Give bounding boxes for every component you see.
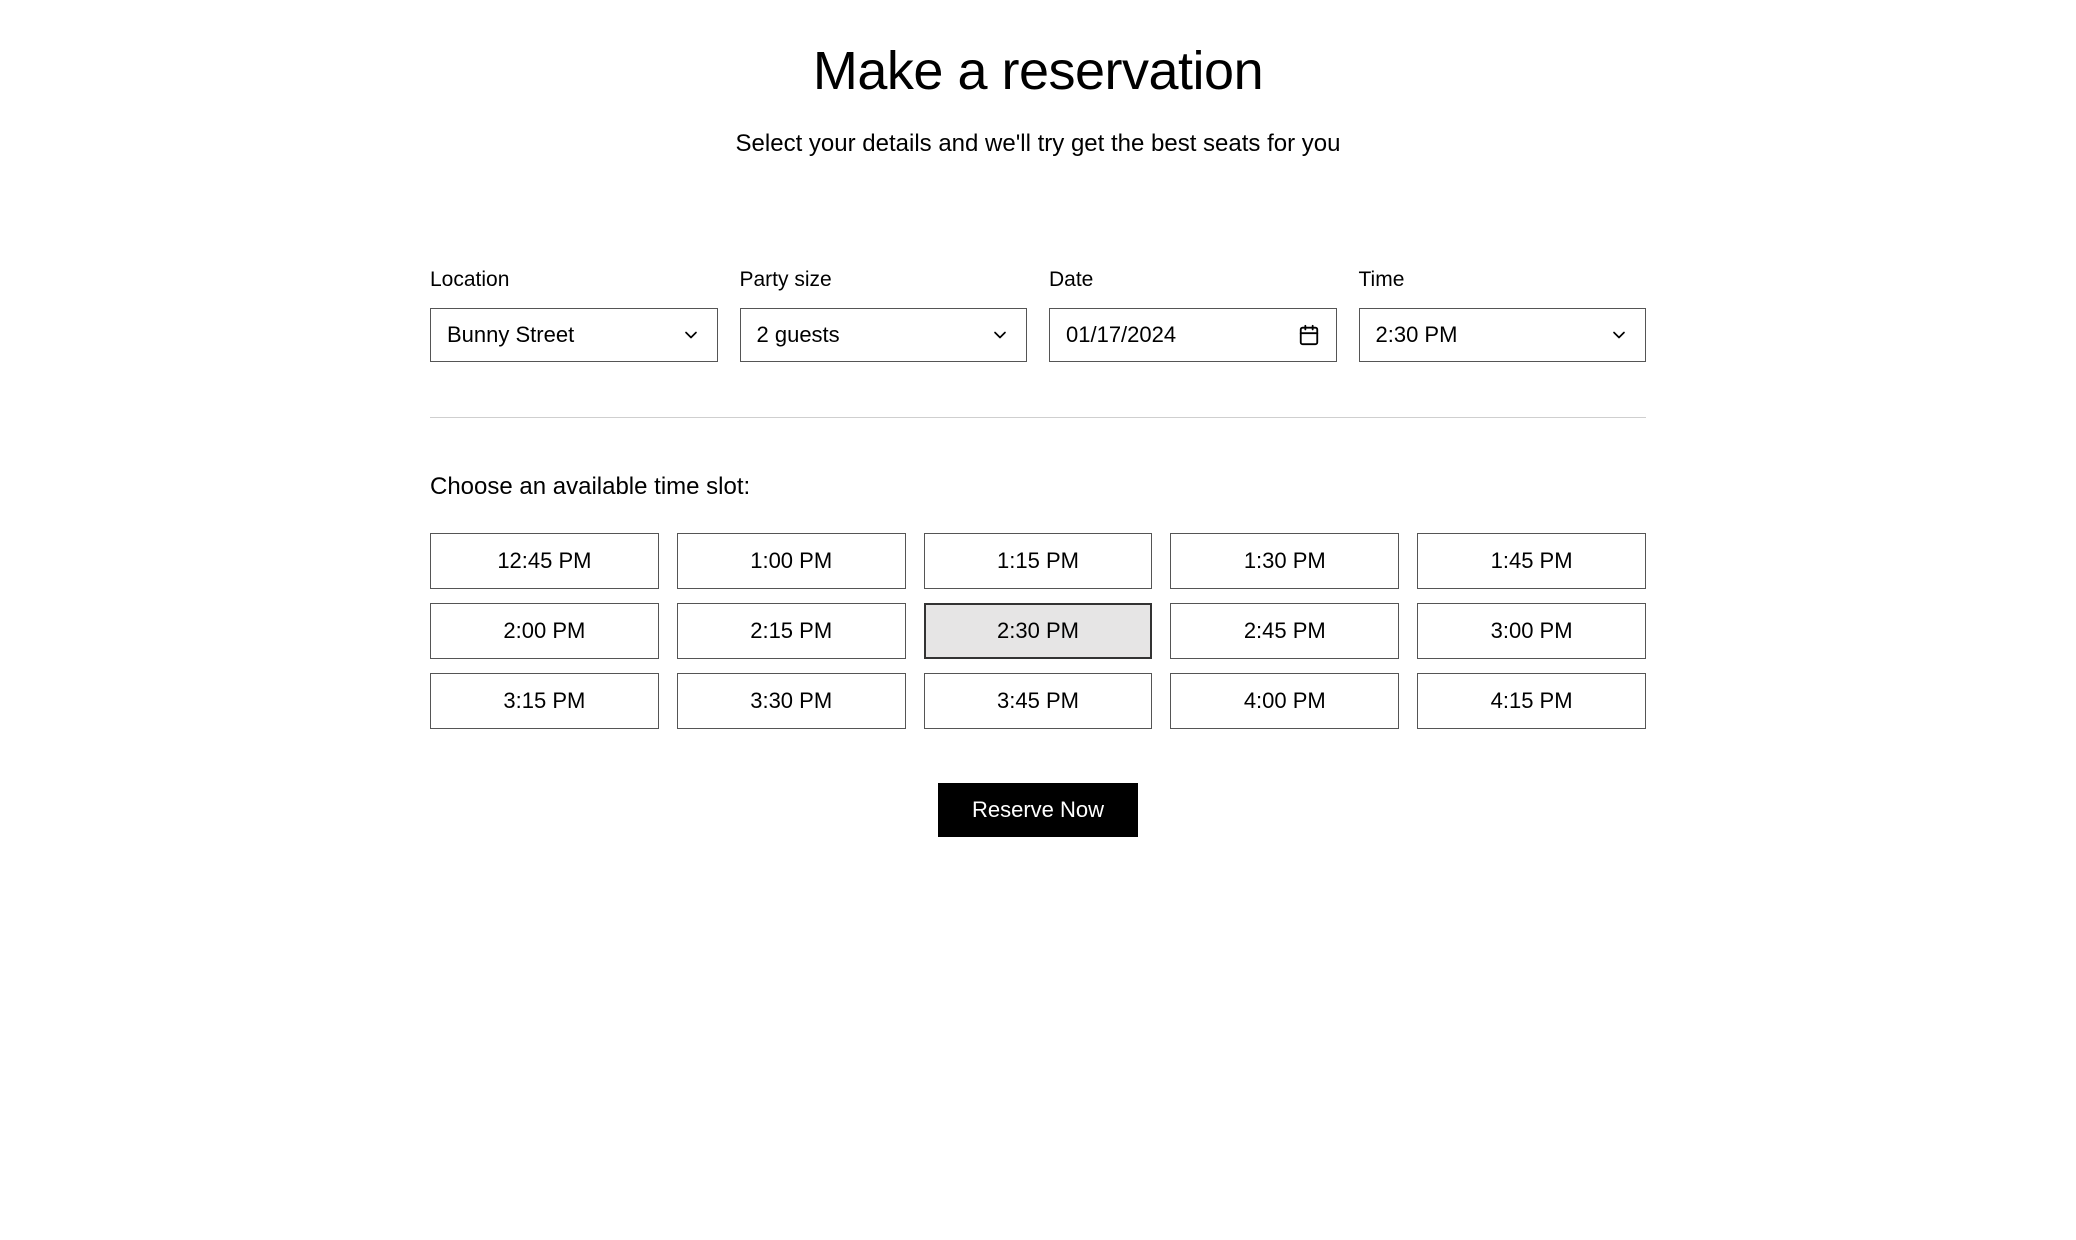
time-slot-button[interactable]: 2:45 PM (1170, 603, 1399, 659)
time-slot-button[interactable]: 4:15 PM (1417, 673, 1646, 729)
time-slot-grid: 12:45 PM 1:00 PM 1:15 PM 1:30 PM 1:45 PM 2:00… (430, 533, 1646, 729)
slot-prompt: Choose an available time slot: (430, 473, 1646, 501)
party-size-value: 2 guests (757, 322, 840, 348)
time-slot-button[interactable]: 1:00 PM (677, 533, 906, 589)
reservation-form: Make a reservation Select your details a… (430, 40, 1646, 837)
date-field-group: Date 01/17/2024 (1049, 268, 1337, 362)
time-field-group: Time 2:30 PM (1359, 268, 1647, 362)
time-label: Time (1359, 268, 1647, 292)
party-size-label: Party size (740, 268, 1028, 292)
location-select[interactable]: Bunny Street (430, 308, 718, 362)
time-select[interactable]: 2:30 PM (1359, 308, 1647, 362)
chevron-down-icon (990, 325, 1010, 345)
chevron-down-icon (1609, 325, 1629, 345)
calendar-icon (1298, 324, 1320, 346)
divider (430, 417, 1646, 418)
time-slot-button[interactable]: 1:30 PM (1170, 533, 1399, 589)
reserve-row: Reserve Now (430, 783, 1646, 837)
reserve-button[interactable]: Reserve Now (938, 783, 1138, 837)
page-subtitle: Select your details and we'll try get th… (430, 130, 1646, 158)
time-slot-button[interactable]: 3:45 PM (924, 673, 1153, 729)
chevron-down-icon (681, 325, 701, 345)
page-title: Make a reservation (430, 40, 1646, 102)
location-label: Location (430, 268, 718, 292)
time-slot-button[interactable]: 3:00 PM (1417, 603, 1646, 659)
location-field-group: Location Bunny Street (430, 268, 718, 362)
time-slot-button[interactable]: 1:45 PM (1417, 533, 1646, 589)
time-slot-button[interactable]: 4:00 PM (1170, 673, 1399, 729)
fields-row: Location Bunny Street Party size 2 guest… (430, 268, 1646, 362)
date-label: Date (1049, 268, 1337, 292)
party-size-field-group: Party size 2 guests (740, 268, 1028, 362)
time-slot-button[interactable]: 3:30 PM (677, 673, 906, 729)
date-input[interactable]: 01/17/2024 (1049, 308, 1337, 362)
time-slot-button[interactable]: 3:15 PM (430, 673, 659, 729)
date-value: 01/17/2024 (1066, 322, 1176, 348)
time-value: 2:30 PM (1376, 322, 1458, 348)
time-slot-button[interactable]: 1:15 PM (924, 533, 1153, 589)
location-value: Bunny Street (447, 322, 574, 348)
time-slot-button[interactable]: 2:00 PM (430, 603, 659, 659)
time-slot-button[interactable]: 2:15 PM (677, 603, 906, 659)
time-slot-button[interactable]: 2:30 PM (924, 603, 1153, 659)
party-size-select[interactable]: 2 guests (740, 308, 1028, 362)
time-slot-button[interactable]: 12:45 PM (430, 533, 659, 589)
